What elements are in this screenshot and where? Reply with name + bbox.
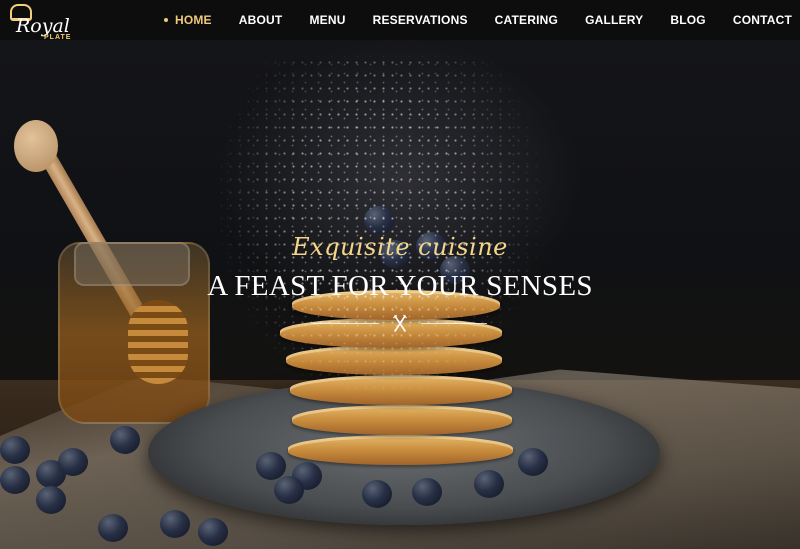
nav-item-menu[interactable]: MENU — [309, 13, 345, 27]
blueberry — [160, 510, 190, 538]
nav-item-about[interactable]: ABOUT — [239, 13, 283, 27]
blueberry — [36, 486, 66, 514]
main-menu: HOME ABOUT MENU RESERVATIONS CATERING GA… — [137, 0, 792, 40]
blueberry — [0, 466, 30, 494]
blueberry — [98, 514, 128, 542]
divider-line-right — [421, 322, 487, 324]
nav-item-catering[interactable]: CATERING — [495, 13, 558, 27]
nav-item-home[interactable]: HOME — [163, 13, 212, 27]
nav-item-gallery[interactable]: GALLERY — [585, 13, 643, 27]
logo-wordmark: Royal — [16, 15, 70, 37]
nav-item-reservations[interactable]: RESERVATIONS — [373, 13, 468, 27]
logo[interactable]: Royal PLATE — [10, 4, 72, 46]
nav-item-blog[interactable]: BLOG — [670, 13, 705, 27]
top-navigation-bar: Royal PLATE HOME ABOUT MENU RESERVATIONS… — [0, 0, 800, 41]
divider-line-left — [313, 322, 379, 324]
hero-section: Exquisite cuisine A FEAST FOR YOUR SENSE… — [0, 230, 800, 334]
blueberry — [362, 480, 392, 508]
hero-divider — [0, 312, 800, 334]
nav-item-label: HOME — [174, 13, 212, 27]
logo-subtitle: PLATE — [44, 34, 72, 41]
hero-headline: A FEAST FOR YOUR SENSES — [207, 270, 593, 302]
blueberry — [412, 478, 442, 506]
blueberry — [58, 448, 88, 476]
nav-item-contact[interactable]: CONTACT — [733, 13, 792, 27]
hero-tagline: Exquisite cuisine — [292, 233, 508, 261]
blueberry — [274, 476, 304, 504]
blueberry — [198, 518, 228, 546]
fork-knife-icon — [393, 314, 407, 332]
active-indicator-dot — [163, 18, 168, 22]
blueberry — [110, 426, 140, 454]
blueberry — [0, 436, 30, 464]
honey-dipper-knob — [14, 120, 58, 172]
